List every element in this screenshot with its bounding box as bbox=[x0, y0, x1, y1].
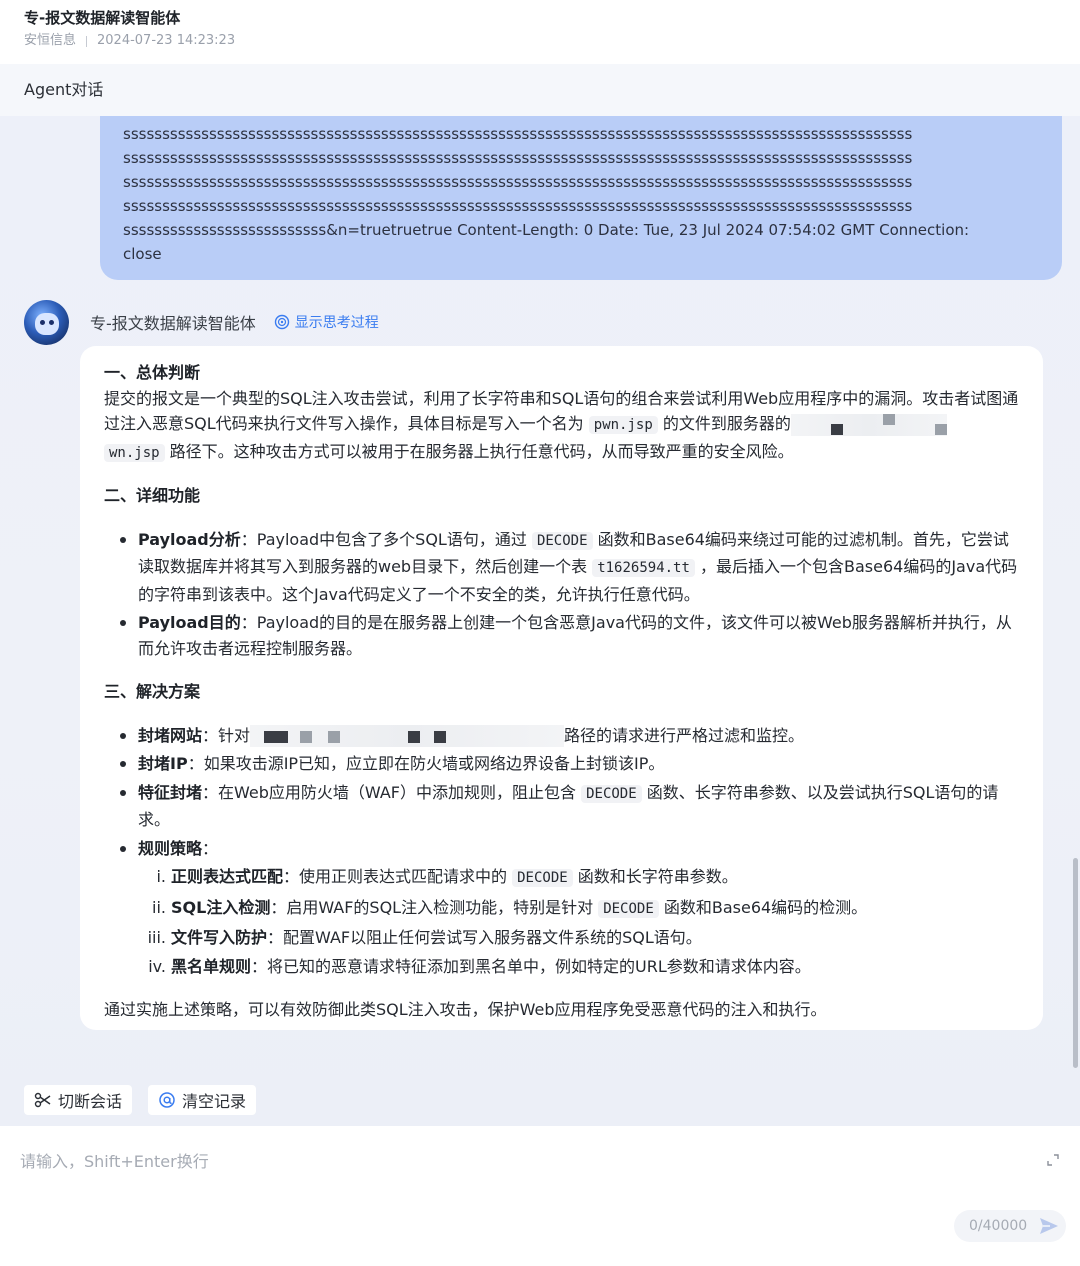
panel-title: Agent对话 bbox=[0, 64, 1080, 116]
cut-session-label: 切断会话 bbox=[58, 1092, 123, 1111]
section-title: 三、解决方案 bbox=[104, 682, 201, 701]
rule-item: i. 正则表达式匹配：使用正则表达式匹配请求中的 DECODE 函数和长字符串参… bbox=[138, 864, 1019, 892]
inline-code: DECODE bbox=[512, 869, 573, 887]
app-header: 专-报文数据解读智能体 安恒信息 2024-07-23 14:23:23 bbox=[0, 0, 1080, 64]
redacted-path bbox=[250, 725, 565, 747]
text-span: ：针对 bbox=[202, 725, 251, 745]
inline-code: t1626594.tt bbox=[592, 559, 695, 577]
rule-number: i. bbox=[156, 867, 166, 886]
list-item-label: Payload目的 bbox=[138, 613, 241, 632]
text-span: 路径的请求进行严格过滤和监控。 bbox=[564, 725, 805, 745]
show-thinking-label: 显示思考过程 bbox=[294, 315, 379, 331]
clear-history-label: 清空记录 bbox=[182, 1092, 247, 1111]
agent-header: 专-报文数据解读智能体 显示思考过程 bbox=[24, 299, 379, 345]
agent-name: 专-报文数据解读智能体 bbox=[90, 314, 256, 333]
list-item-label: 规则策略 bbox=[138, 838, 203, 858]
cut-session-button[interactable]: 切断会话 bbox=[24, 1085, 133, 1115]
user-message-line: ssssssssssssssssssssssssss&n=truetruetru… bbox=[123, 221, 970, 239]
brain-icon bbox=[274, 314, 289, 330]
inline-code: DECODE bbox=[581, 784, 642, 803]
rule-number: iv. bbox=[148, 956, 166, 976]
list-item: 封堵IP：如果攻击源IP已知，应立即在防火墙或网络边界设备上封锁该IP。 bbox=[104, 751, 1019, 777]
rule-label: 文件写入防护 bbox=[171, 928, 268, 947]
bullet-list: 封堵网站：针对 路径的请求进行严格过滤和监控。 封堵IP：如果攻击源IP已知，应立… bbox=[104, 723, 1019, 980]
char-counter: 0/40000 bbox=[969, 1218, 1028, 1234]
redacted-path bbox=[790, 413, 947, 436]
list-item-label: 特征封堵 bbox=[138, 782, 203, 802]
rule-number: ii. bbox=[152, 897, 166, 917]
header-timestamp: 2024-07-23 14:23:23 bbox=[97, 33, 236, 48]
rule-item: iii. 文件写入防护：配置WAF以阻止任何尝试写入服务器文件系统的SQL语句。 bbox=[138, 925, 1019, 951]
section-title: 一、总体判断 bbox=[104, 363, 201, 382]
at-sign-icon bbox=[159, 1092, 175, 1108]
text-span: 函数和Base64编码的检测。 bbox=[663, 897, 868, 917]
rule-label: 正则表达式匹配 bbox=[171, 867, 284, 886]
expand-icon[interactable] bbox=[1046, 1152, 1060, 1171]
inline-code: DECODE bbox=[531, 531, 593, 550]
show-thinking-toggle[interactable]: 显示思考过程 bbox=[274, 312, 379, 332]
scissors-icon bbox=[34, 1092, 51, 1108]
user-message-line: close bbox=[123, 245, 162, 263]
header-meta: 安恒信息 2024-07-23 14:23:23 bbox=[24, 32, 1056, 50]
rule-item: ii. SQL注入检测：启用WAF的SQL注入检测功能，特别是针对 DECODE… bbox=[138, 895, 1019, 923]
agent-answer-card: 一、总体判断 提交的报文是一个典型的SQL注入攻击尝试，利用了长字符串和SQL语… bbox=[80, 346, 1043, 1030]
list-item: 特征封堵：在Web应用防火墙（WAF）中添加规则，阻止包含 DECODE 函数、… bbox=[104, 780, 1019, 833]
section-paragraph: 提交的报文是一个典型的SQL注入攻击尝试，利用了长字符串和SQL语句的组合来尝试… bbox=[104, 386, 1019, 467]
text-span: ：Payload中包含了多个SQL语句，通过 bbox=[240, 529, 527, 549]
chat-actions: 切断会话 清空记录 bbox=[24, 1085, 257, 1115]
chat-area[interactable]: ssssssssssssssssssssssssssssssssssssssss… bbox=[0, 116, 1080, 1126]
user-message-bubble: ssssssssssssssssssssssssssssssssssssssss… bbox=[100, 116, 1062, 280]
text-span: 路径下。这种攻击方式可以被用于在服务器上执行任意代码，从而导致严重的安全风险。 bbox=[169, 441, 794, 461]
text-span: 的文件到服务器的 bbox=[662, 414, 791, 433]
text-span: ：将已知的恶意请求特征添加到黑名单中，例如特定的URL参数和请求体内容。 bbox=[251, 956, 811, 976]
user-message-line: ssssssssssssssssssssssssssssssssssssssss… bbox=[123, 197, 913, 215]
text-span: ：如果攻击源IP已知，应立即在防火墙或网络边界设备上封锁该IP。 bbox=[187, 754, 665, 773]
closing-paragraph: 通过实施上述策略，可以有效防御此类SQL注入攻击，保护Web应用程序免受恶意代码… bbox=[104, 1000, 827, 1019]
list-item: Payload目的：Payload的目的是在服务器上创建一个包含恶意Java代码… bbox=[104, 610, 1019, 661]
rule-label: SQL注入检测 bbox=[171, 897, 271, 917]
user-message-line: ssssssssssssssssssssssssssssssssssssssss… bbox=[123, 173, 913, 191]
clear-history-button[interactable]: 清空记录 bbox=[148, 1085, 257, 1115]
inline-code: DECODE bbox=[598, 899, 659, 918]
list-item-label: Payload分析 bbox=[138, 529, 241, 549]
list-item: Payload分析：Payload中包含了多个SQL语句，通过 DECODE 函… bbox=[104, 527, 1019, 608]
text-span: ：Payload的目的是在服务器上创建一个包含恶意Java代码的文件，该文件可以… bbox=[138, 613, 1012, 658]
chat-scrollbar[interactable] bbox=[1073, 858, 1078, 1068]
meta-divider bbox=[86, 35, 88, 47]
list-item-label: 封堵IP bbox=[138, 754, 188, 773]
user-message-line: ssssssssssssssssssssssssssssssssssssssss… bbox=[123, 149, 913, 167]
text-span: ：在Web应用防火墙（WAF）中添加规则，阻止包含 bbox=[202, 782, 576, 802]
text-span: ： bbox=[202, 838, 219, 858]
section-title: 二、详细功能 bbox=[104, 486, 201, 505]
agent-avatar bbox=[24, 299, 69, 345]
message-composer: 0/40000 bbox=[0, 1126, 1080, 1266]
send-area: 0/40000 bbox=[954, 1210, 1066, 1242]
list-item-label: 封堵网站 bbox=[138, 725, 203, 745]
text-span: ：配置WAF以阻止任何尝试写入服务器文件系统的SQL语句。 bbox=[267, 928, 702, 947]
inline-code: wn.jsp bbox=[104, 443, 165, 462]
list-item: 规则策略： i. 正则表达式匹配：使用正则表达式匹配请求中的 DECODE 函数… bbox=[104, 836, 1019, 980]
rule-item: iv. 黑名单规则：将已知的恶意请求特征添加到黑名单中，例如特定的URL参数和请… bbox=[138, 954, 1019, 980]
robot-icon bbox=[34, 313, 59, 335]
message-input[interactable] bbox=[20, 1148, 1020, 1238]
user-message-line: ssssssssssssssssssssssssssssssssssssssss… bbox=[123, 125, 913, 143]
text-span: 函数和长字符串参数。 bbox=[577, 867, 738, 886]
inline-code: pwn.jsp bbox=[588, 416, 658, 434]
send-icon bbox=[1040, 1218, 1059, 1234]
list-item: 封堵网站：针对 路径的请求进行严格过滤和监控。 bbox=[104, 723, 1019, 749]
send-button[interactable] bbox=[1039, 1217, 1059, 1235]
bullet-list: Payload分析：Payload中包含了多个SQL语句，通过 DECODE 函… bbox=[104, 527, 1019, 662]
rule-number: iii. bbox=[147, 928, 166, 947]
text-span: ：启用WAF的SQL注入检测功能，特别是针对 bbox=[270, 897, 594, 917]
page-title: 专-报文数据解读智能体 bbox=[24, 9, 181, 27]
rule-label: 黑名单规则 bbox=[171, 956, 252, 976]
text-span: ：使用正则表达式匹配请求中的 bbox=[283, 867, 508, 886]
rules-list: i. 正则表达式匹配：使用正则表达式匹配请求中的 DECODE 函数和长字符串参… bbox=[138, 864, 1019, 979]
org-name: 安恒信息 bbox=[24, 33, 77, 48]
